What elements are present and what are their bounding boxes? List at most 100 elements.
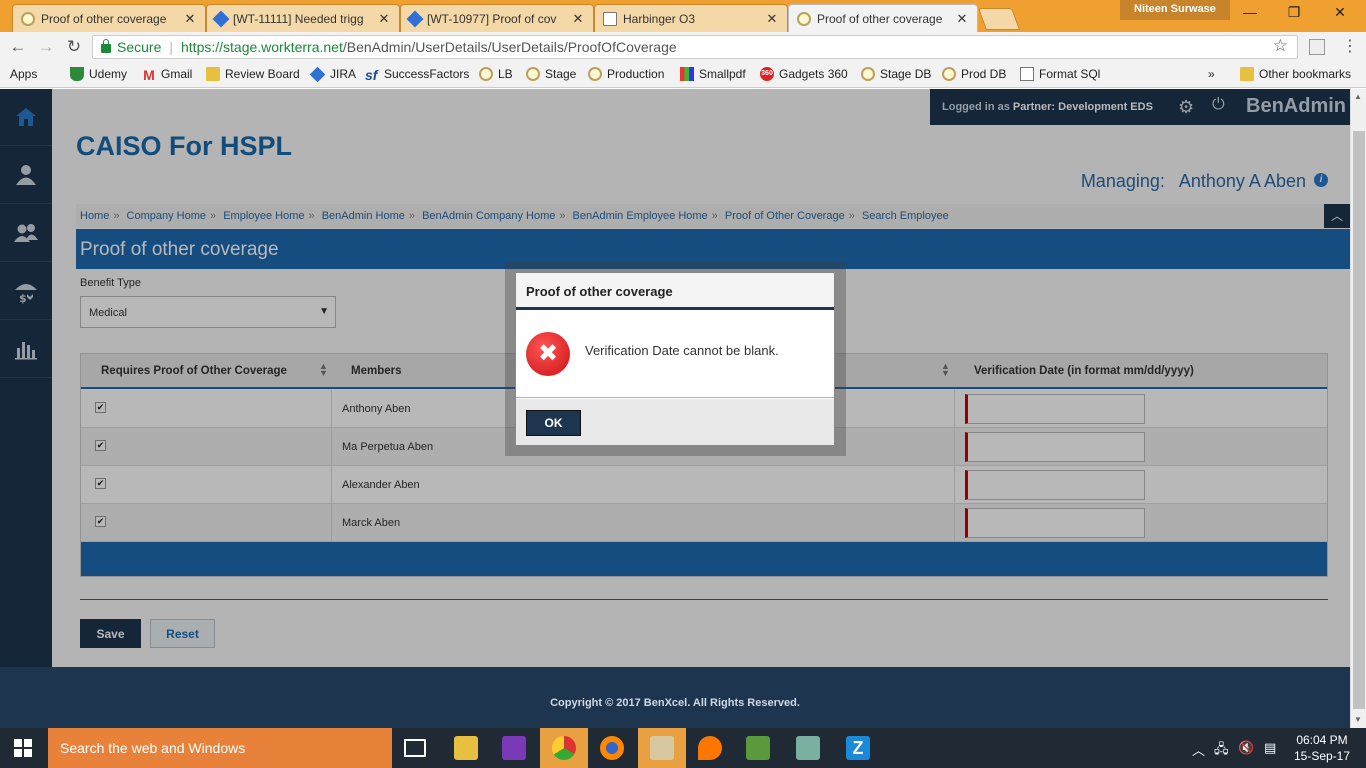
dialog-message: Verification Date cannot be blank. — [585, 343, 779, 358]
back-arrow-icon[interactable]: ← — [6, 37, 30, 57]
scroll-up-icon[interactable]: ▲ — [1354, 92, 1362, 101]
bookmark-label: Stage DB — [880, 67, 932, 81]
site-icon — [861, 67, 875, 81]
bookmark-label: Udemy — [89, 67, 128, 81]
browser-menu-icon[interactable]: ⋮ — [1342, 36, 1358, 56]
new-tab-button[interactable] — [977, 8, 1021, 30]
tab-title: Harbinger O3 — [623, 11, 696, 26]
jira-icon — [212, 10, 230, 27]
other-bookmarks[interactable]: Other bookmarks — [1240, 67, 1351, 81]
browser-tab[interactable]: [WT-11111] Needed trigg ✕ — [206, 4, 400, 32]
tab-title: [WT-11111] Needed trigg — [233, 11, 364, 26]
taskbar-clock[interactable]: 06:04 PM 15-Sep-17 — [1290, 732, 1354, 764]
bookmark-label: Gmail — [161, 67, 193, 81]
visual-studio-icon[interactable] — [502, 736, 526, 760]
file-explorer-icon[interactable] — [454, 736, 478, 760]
notifications-icon[interactable]: ▤ — [1264, 740, 1276, 756]
z-app-icon[interactable]: Z — [846, 736, 870, 760]
minimize-icon[interactable]: — — [1230, 4, 1270, 24]
bookmark-format-sql[interactable]: Format SQl — [1020, 67, 1100, 81]
bookmark-star-icon[interactable]: ☆ — [1273, 36, 1288, 56]
review-board-icon — [206, 67, 220, 81]
bookmark-label: Stage — [545, 67, 577, 81]
scrollbar-thumb[interactable] — [1353, 131, 1365, 709]
bookmark-lb[interactable]: LB — [479, 67, 513, 81]
site-icon — [942, 67, 956, 81]
browser-tab[interactable]: Harbinger O3 ✕ — [594, 4, 788, 32]
bookmark-review-board[interactable]: Review Board — [206, 67, 300, 81]
bookmark-udemy[interactable]: Udemy — [70, 67, 127, 81]
browser-tab-bar: Proof of other coverage ✕ [WT-11111] Nee… — [0, 0, 1366, 32]
gadgets-360-icon: 360 — [760, 67, 774, 81]
bookmark-smallpdf[interactable]: Smallpdf — [680, 67, 746, 81]
udemy-icon — [70, 67, 84, 81]
tools-icon[interactable] — [650, 736, 674, 760]
bookmark-apps[interactable]: Apps — [10, 67, 52, 345]
bookmark-successfactors[interactable]: sf SuccessFactors — [365, 67, 470, 83]
chrome-icon[interactable] — [552, 736, 576, 760]
reload-icon[interactable]: ↻ — [62, 37, 86, 57]
forward-arrow-icon[interactable]: → — [34, 37, 58, 57]
firefox-icon[interactable] — [600, 736, 624, 760]
bookmark-label: LB — [498, 67, 513, 81]
bookmark-label: Other bookmarks — [1259, 67, 1352, 81]
address-bar: ← → ↻ Secure | https://stage.workterra.n… — [0, 32, 1366, 62]
url-path: /BenAdmin/UserDetails/UserDetails/ProofO… — [342, 39, 677, 55]
clock-date: 15-Sep-17 — [1293, 749, 1351, 763]
close-icon[interactable]: ✕ — [765, 11, 779, 27]
close-icon[interactable]: ✕ — [571, 11, 585, 27]
jira-icon — [309, 66, 326, 82]
close-icon[interactable]: ✕ — [183, 11, 197, 27]
window-close-icon[interactable]: ✕ — [1320, 4, 1360, 24]
bookmark-stage-db[interactable]: Stage DB — [861, 67, 931, 81]
task-view-icon[interactable] — [404, 739, 426, 757]
bookmark-label: Apps — [10, 67, 38, 81]
close-icon[interactable]: ✕ — [955, 11, 969, 27]
bookmark-gadgets-360[interactable]: 360 Gadgets 360 — [760, 67, 848, 81]
lock-icon — [101, 38, 111, 53]
flame-app-icon[interactable] — [698, 736, 722, 760]
notepad-icon[interactable] — [746, 736, 770, 760]
bookmark-stage[interactable]: Stage — [526, 67, 576, 81]
bookmarks-overflow-button[interactable]: » — [1208, 67, 1215, 81]
tab-title: Proof of other coverage — [41, 11, 167, 26]
network-icon[interactable]: 🖧 — [1214, 740, 1229, 762]
successfactors-icon: sf — [365, 67, 378, 83]
folder-icon — [1240, 67, 1254, 81]
close-icon[interactable]: ✕ — [377, 11, 391, 27]
bookmark-label: Review Board — [225, 67, 300, 81]
page-scrollbar[interactable]: ▲ ▼ — [1350, 89, 1366, 728]
profile-button[interactable]: Niteen Surwase — [1120, 0, 1230, 20]
tab-title: Proof of other coverage — [817, 11, 943, 26]
chevron-up-icon[interactable]: ︿ — [1192, 740, 1205, 759]
browser-tab-active[interactable]: Proof of other coverage ✕ — [788, 4, 978, 32]
maximize-icon[interactable]: ❐ — [1274, 4, 1314, 24]
ok-button[interactable]: OK — [526, 410, 581, 436]
document-icon — [1020, 67, 1034, 81]
bookmark-label: Production — [607, 67, 665, 81]
secure-label: Secure — [117, 39, 162, 55]
site-icon — [797, 11, 811, 26]
taskbar-search-input[interactable]: Search the web and Windows — [48, 728, 392, 768]
browser-tab[interactable]: Proof of other coverage ✕ — [12, 4, 206, 32]
windows-start-icon[interactable] — [14, 739, 32, 757]
bookmark-label: Smallpdf — [699, 67, 746, 81]
dialog-body: ✖ Verification Date cannot be blank. — [516, 310, 834, 398]
network-app-icon[interactable] — [796, 736, 820, 760]
bookmark-production[interactable]: Production — [588, 67, 664, 81]
bookmarks-bar: Apps Udemy M Gmail Review Board JIRA sf Su… — [0, 62, 1366, 345]
bookmark-label: Prod DB — [961, 67, 1007, 81]
bookmark-jira[interactable]: JIRA — [309, 66, 356, 82]
bookmark-label: Gadgets 360 — [779, 67, 848, 81]
bookmark-label: SuccessFactors — [384, 67, 470, 81]
bookmark-prod-db[interactable]: Prod DB — [942, 67, 1006, 81]
volume-icon[interactable]: 🔇 — [1238, 740, 1254, 756]
browser-tab[interactable]: [WT-10977] Proof of cov ✕ — [400, 4, 594, 32]
url-input[interactable]: Secure | https://stage.workterra.net/Ben… — [92, 35, 1298, 59]
bookmark-gmail[interactable]: M Gmail — [142, 67, 193, 83]
document-icon — [603, 11, 617, 26]
scroll-down-icon[interactable]: ▼ — [1354, 715, 1362, 724]
tab-title: [WT-10977] Proof of cov — [427, 11, 557, 26]
extension-icon[interactable] — [1309, 39, 1325, 55]
dialog-title: Proof of other coverage — [516, 273, 834, 310]
